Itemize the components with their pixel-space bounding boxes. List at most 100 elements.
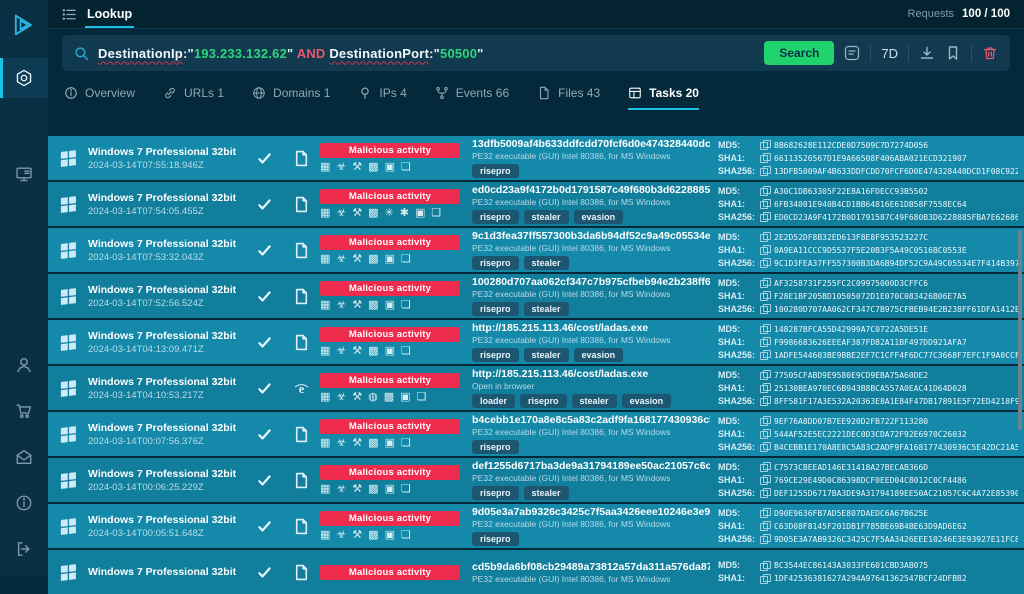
hash-value-sha256[interactable]: 8FF581F17A3E532A20363E8A1E84F47DB17891E5…: [774, 395, 1018, 408]
hash-value-md5[interactable]: D90E9636FB7AD5E807DAEDC6A67B625E: [774, 507, 928, 520]
tag-risepro[interactable]: risepro: [520, 394, 567, 408]
hash-value-sha1[interactable]: F9986683626EEEAF387FD82A11BF497DD921AFA7: [774, 336, 967, 349]
app-logo-icon[interactable]: [9, 8, 39, 42]
task-row[interactable]: Windows 7 Professional 32bit2024-03-14T0…: [48, 458, 1024, 502]
hash-value-sha1[interactable]: F28E1BF205BD10505072D1E070C083426B06E7A5: [774, 290, 967, 303]
tag-risepro[interactable]: risepro: [472, 348, 519, 362]
hash-value-sha1[interactable]: 769CE29E49D0C86398DCF0EED04C8012C0CF4486: [774, 474, 967, 487]
task-row[interactable]: Windows 7 Professional 32bitMalicious ac…: [48, 550, 1024, 594]
hash-value-sha256[interactable]: 13DFB5009AF4B633DDFCDD70FCF6D0E474328440…: [774, 165, 1018, 178]
file-name[interactable]: http://185.215.113.46/cost/ladas.exe: [472, 368, 710, 380]
hash-value-sha256[interactable]: 1ADFE544603BE9BBE2EF7C1CFF4F6DC77C3668F7…: [774, 349, 1018, 362]
tag-risepro[interactable]: risepro: [472, 164, 519, 178]
tab-domains[interactable]: Domains 1: [252, 76, 330, 110]
file-name[interactable]: 100280d707aa062cf347c7b975cfbeb94e2b238f…: [472, 276, 710, 288]
tag-evasion[interactable]: evasion: [574, 348, 624, 362]
tag-evasion[interactable]: evasion: [574, 210, 624, 224]
hash-value-sha256[interactable]: 9C1D3FEA37FF557300B3DA6B94DF52C9A49C0553…: [774, 257, 1018, 270]
sidebar-item-lookup[interactable]: [0, 58, 48, 98]
copy-icon[interactable]: [760, 258, 770, 268]
task-row[interactable]: Windows 7 Professional 32bit2024-03-14T0…: [48, 320, 1024, 364]
hash-value-sha1[interactable]: 25130BEA970EC6B943B8BCA557A0EAC41D64D028: [774, 382, 967, 395]
copy-icon[interactable]: [760, 383, 770, 393]
tag-stealer[interactable]: stealer: [524, 256, 569, 270]
copy-icon[interactable]: [760, 488, 770, 498]
tag-risepro[interactable]: risepro: [472, 302, 519, 316]
tab-urls[interactable]: URLs 1: [163, 76, 224, 110]
copy-icon[interactable]: [760, 212, 770, 222]
copy-icon[interactable]: [760, 534, 770, 544]
copy-icon[interactable]: [760, 153, 770, 163]
copy-icon[interactable]: [760, 429, 770, 439]
hash-value-sha256[interactable]: ED0CD23A9F4172B0D1791587C49F680B3D622888…: [774, 211, 1018, 224]
tag-evasion[interactable]: evasion: [622, 394, 672, 408]
hash-value-sha1[interactable]: 0A9EA11CCC9D5537F5E20B3F5A49C0516BC0553E: [774, 244, 967, 257]
tag-stealer[interactable]: stealer: [524, 210, 569, 224]
hash-value-md5[interactable]: 77505CFABD9E9580E9CD9EBA75A60DE2: [774, 369, 928, 382]
copy-icon[interactable]: [760, 304, 770, 314]
copy-icon[interactable]: [760, 337, 770, 347]
copy-icon[interactable]: [760, 475, 770, 485]
sidebar-item-sandbox[interactable]: [0, 154, 48, 194]
hash-value-sha1[interactable]: 66113526567D1E9A66508F406ABA021ECD321907: [774, 152, 967, 165]
tab-ips[interactable]: IPs 4: [358, 76, 406, 110]
task-row[interactable]: Windows 7 Professional 32bit2024-03-14T0…: [48, 274, 1024, 318]
tag-risepro[interactable]: risepro: [472, 486, 519, 500]
file-name[interactable]: b4cebb1e170a8e8c5a83c2adf9fa168177430936…: [472, 414, 710, 426]
hash-value-sha1[interactable]: 544AF52E5EC2221DEC0D3CDA72F92E6970C26032: [774, 428, 967, 441]
task-row[interactable]: Windows 7 Professional 32bit2024-03-14T0…: [48, 136, 1024, 180]
file-name[interactable]: cd5b9da6bf08cb29489a73812a57da311a576da8…: [472, 561, 710, 573]
file-name[interactable]: 9c1d3fea37ff557300b3da6b94df52c9a49c0553…: [472, 230, 710, 242]
copy-icon[interactable]: [760, 166, 770, 176]
tag-risepro[interactable]: risepro: [472, 256, 519, 270]
hash-value-sha1[interactable]: 1DF42536381627A294A97641362547BCF24DFBB2: [774, 572, 967, 585]
file-name[interactable]: 13dfb5009af4b633ddfcdd70fcf6d0e474328440…: [472, 138, 710, 150]
task-row[interactable]: Windows 7 Professional 32bit2024-03-14T0…: [48, 366, 1024, 410]
copy-icon[interactable]: [760, 350, 770, 360]
tab-files[interactable]: Files 43: [537, 76, 600, 110]
scrollbar[interactable]: [1018, 230, 1022, 430]
copy-icon[interactable]: [760, 278, 770, 288]
task-row[interactable]: Windows 7 Professional 32bit2024-03-14T0…: [48, 412, 1024, 456]
tag-risepro[interactable]: risepro: [472, 440, 519, 454]
hash-value-sha1[interactable]: 6FB34001E940B4CD1BB64816E61DB58F7558EC64: [774, 198, 967, 211]
tag-loader[interactable]: loader: [472, 394, 515, 408]
task-row[interactable]: Windows 7 Professional 32bit2024-03-14T0…: [48, 504, 1024, 548]
tag-risepro[interactable]: risepro: [472, 532, 519, 546]
copy-icon[interactable]: [760, 416, 770, 426]
file-name[interactable]: 9d05e3a7ab9326c3425c7f5aa3426eee10246e3e…: [472, 506, 710, 518]
hash-value-md5[interactable]: C7573CBEEAD146E31418A27BECAB366D: [774, 461, 928, 474]
hash-value-sha256[interactable]: 9D05E3A7AB9326C3425C7F5AA3426EEE10246E3E…: [774, 533, 1018, 546]
hash-value-sha256[interactable]: B4CEBB1E170A8E8C5A83C2ADF9FA168177430936…: [774, 441, 1018, 454]
bookmark-icon[interactable]: [945, 45, 961, 61]
hash-value-md5[interactable]: BC3544EC86143A3033FE601CBD3AB075: [774, 559, 928, 572]
copy-icon[interactable]: [760, 521, 770, 531]
saved-searches-icon[interactable]: [844, 45, 860, 61]
copy-icon[interactable]: [760, 396, 770, 406]
copy-icon[interactable]: [760, 186, 770, 196]
hash-value-md5[interactable]: 2E2D52DF8B32ED613F8E8F953523227C: [774, 231, 928, 244]
hash-value-sha256[interactable]: DEF1255D6717BA3DE9A31794189EE50AC21057C6…: [774, 487, 1018, 500]
tag-risepro[interactable]: risepro: [472, 210, 519, 224]
sidebar-item-cart[interactable]: [0, 388, 48, 434]
hash-value-sha1[interactable]: C63D08F8145F201DB1F785BE69B4BE63D9AD6E62: [774, 520, 967, 533]
tag-stealer[interactable]: stealer: [524, 348, 569, 362]
tab-tasks[interactable]: Tasks 20: [628, 76, 699, 110]
hash-value-md5[interactable]: 9EF76A8DD07B7EE920D2FB722F113280: [774, 415, 928, 428]
tab-events[interactable]: Events 66: [435, 76, 509, 110]
hash-value-md5[interactable]: AF3258731F255FC2C09975000D3CFFC6: [774, 277, 928, 290]
copy-icon[interactable]: [760, 324, 770, 334]
copy-icon[interactable]: [760, 232, 770, 242]
search-button[interactable]: Search: [764, 41, 834, 65]
hash-value-sha256[interactable]: 100280D707AA062CF347C7B975CFBEB94E2B238F…: [774, 303, 1018, 316]
copy-icon[interactable]: [760, 245, 770, 255]
sidebar-item-logout[interactable]: [0, 526, 48, 572]
hash-value-md5[interactable]: A30C1DB63305F22E8A16FDECC93B5502: [774, 185, 928, 198]
tag-stealer[interactable]: stealer: [524, 302, 569, 316]
search-input[interactable]: DestinationIp:"193.233.132.62" AND Desti…: [98, 46, 484, 61]
list-icon[interactable]: [62, 7, 77, 22]
tag-stealer[interactable]: stealer: [572, 394, 617, 408]
file-name[interactable]: http://185.215.113.46/cost/ladas.exe: [472, 322, 710, 334]
task-row[interactable]: Windows 7 Professional 32bit2024-03-14T0…: [48, 228, 1024, 272]
copy-icon[interactable]: [760, 574, 770, 584]
